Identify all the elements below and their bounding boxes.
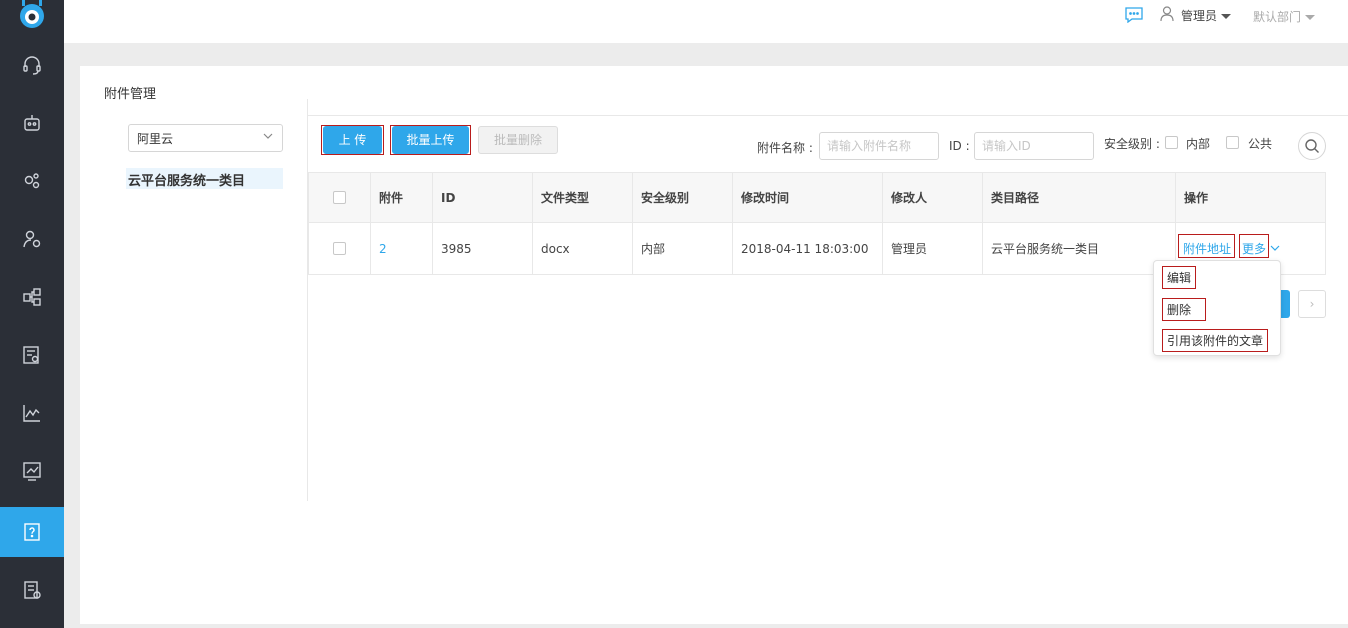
column-header: 修改人	[883, 173, 983, 222]
department-name: 默认部门	[1253, 10, 1302, 24]
column-header: ID	[433, 173, 533, 222]
category-select-value: 阿里云	[137, 132, 174, 146]
department-select[interactable]: 默认部门	[1253, 8, 1316, 25]
security-internal-label: 内部	[1186, 137, 1211, 151]
top-header: 管理员 默认部门	[64, 0, 1348, 43]
id-label: ID :	[949, 139, 970, 153]
search-icon	[1305, 139, 1319, 153]
report-search-icon	[23, 346, 39, 364]
tree-item-category[interactable]: 云平台服务统一类目	[126, 168, 283, 189]
attachment-name-label: 附件名称 :	[757, 141, 813, 155]
security-public-label: 公共	[1248, 137, 1273, 151]
settings-group-icon	[24, 173, 40, 189]
question-doc-icon	[24, 523, 40, 541]
nav-settings-group[interactable]	[0, 156, 64, 206]
security-cell: 内部	[633, 223, 733, 274]
page-title: 附件管理	[104, 87, 157, 102]
caret-down-icon	[1221, 14, 1232, 19]
attachment-link[interactable]: 2	[379, 242, 387, 256]
user-settings-icon	[23, 230, 41, 248]
doc-settings-icon	[24, 581, 41, 599]
menu-item-delete[interactable]: 删除	[1162, 298, 1207, 321]
sidebar	[0, 0, 64, 628]
nav-flow[interactable]	[0, 272, 64, 322]
nav-doc-settings[interactable]	[0, 565, 64, 615]
column-header: 附件	[371, 173, 433, 222]
chevron-down-icon[interactable]	[1270, 244, 1280, 252]
menu-item-edit[interactable]: 编辑	[1162, 266, 1197, 289]
pagination-next-button[interactable]: ›	[1298, 290, 1326, 318]
column-header: 类目路径	[983, 173, 1176, 222]
column-header: 文件类型	[533, 173, 633, 222]
modifier-cell: 管理员	[883, 223, 983, 274]
file-type-cell: docx	[533, 223, 633, 274]
nav-line-chart[interactable]	[0, 388, 64, 438]
row-checkbox[interactable]	[333, 242, 346, 255]
attachment-address-link[interactable]: 附件地址	[1183, 240, 1231, 257]
attachment-cell: 2	[371, 223, 433, 274]
nav-user-settings[interactable]	[0, 214, 64, 264]
column-header: 安全级别	[633, 173, 733, 222]
flow-icon	[23, 288, 41, 306]
message-icon[interactable]	[1125, 7, 1143, 23]
menu-item-referencing-articles[interactable]: 引用该附件的文章	[1162, 329, 1269, 352]
user-icon	[1160, 6, 1174, 22]
headset-icon	[23, 56, 41, 75]
batch-upload-button[interactable]: 批量上传	[392, 126, 469, 154]
category-select[interactable]: 阿里云	[128, 124, 283, 152]
more-link[interactable]: 更多	[1242, 240, 1266, 257]
user-menu[interactable]: 管理员	[1181, 7, 1232, 24]
id-cell: 3985	[433, 223, 533, 274]
upload-button[interactable]: 上 传	[323, 126, 382, 154]
nav-robot[interactable]	[0, 98, 64, 148]
nav-question-doc[interactable]	[0, 507, 64, 557]
modified-time-cell: 2018-04-11 18:03:00	[733, 223, 883, 274]
more-actions-menu: 编辑 删除 引用该附件的文章	[1153, 260, 1281, 356]
column-header: 修改时间	[733, 173, 883, 222]
divider	[307, 99, 308, 501]
search-button[interactable]	[1298, 132, 1326, 160]
attachment-name-input[interactable]	[819, 132, 939, 160]
chevron-down-icon	[263, 133, 273, 139]
nav-report-search[interactable]	[0, 330, 64, 380]
trend-chart-icon	[23, 462, 41, 481]
batch-delete-button[interactable]: 批量删除	[478, 126, 558, 154]
nav-trend-chart[interactable]	[0, 446, 64, 496]
security-level-label: 安全级别 :	[1104, 137, 1160, 151]
user-name: 管理员	[1181, 9, 1218, 23]
nav-headset[interactable]	[0, 40, 64, 90]
select-all-checkbox[interactable]	[333, 191, 346, 204]
logo-icon	[16, 0, 48, 30]
id-input[interactable]	[974, 132, 1094, 160]
category-path-cell: 云平台服务统一类目	[983, 223, 1176, 274]
column-header: 操作	[1184, 191, 1209, 205]
caret-down-icon	[1305, 15, 1316, 20]
main-card: 附件管理 阿里云 云平台服务统一类目 上 传 批量上传 批量删除 附件名称 : …	[80, 66, 1348, 624]
robot-icon	[24, 115, 40, 131]
header-select-cell	[309, 173, 371, 222]
divider	[307, 115, 1348, 116]
security-public-checkbox[interactable]	[1226, 136, 1239, 149]
table-header: 附件 ID 文件类型 安全级别 修改时间 修改人 类目路径 操作	[309, 173, 1325, 223]
line-chart-icon	[23, 405, 40, 422]
security-internal-checkbox[interactable]	[1165, 136, 1178, 149]
row-select-cell	[309, 223, 371, 274]
